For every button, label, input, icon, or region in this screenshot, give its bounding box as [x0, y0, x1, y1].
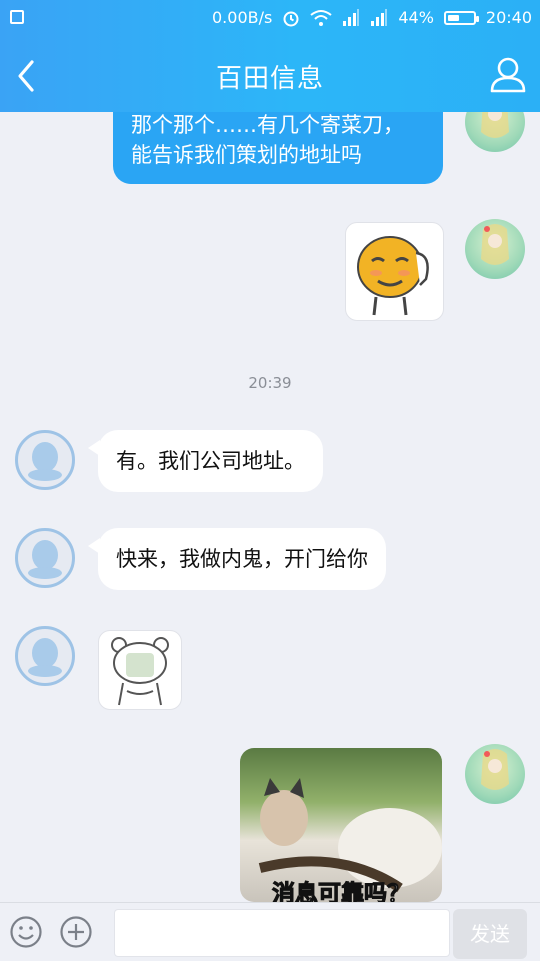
battery-percent: 44% [398, 8, 434, 27]
input-bar: 发送 [0, 902, 540, 961]
chat-area[interactable]: 那个那个……有几个寄菜刀， 能告诉我们策划的地址吗 20:39 有。我们公司地址… [0, 112, 540, 902]
contact-avatar[interactable] [15, 430, 75, 490]
avatar-image [481, 224, 509, 265]
bear-meme-sticker-icon [111, 637, 169, 706]
alarm-icon [283, 11, 299, 27]
signal-icon [343, 9, 360, 26]
net-speed: 0.00B/s [212, 8, 273, 27]
notification-icon [10, 10, 24, 24]
battery-icon [443, 11, 479, 25]
message-text: 有。我们公司地址。 [116, 449, 305, 473]
smiling-face-sticker-icon [357, 236, 429, 316]
message-text-line: 能告诉我们策划的地址吗 [131, 143, 362, 167]
contact-avatar[interactable] [15, 626, 75, 686]
my-avatar[interactable] [465, 112, 525, 152]
my-avatar[interactable] [465, 744, 525, 804]
incoming-sticker[interactable] [98, 630, 182, 710]
plus-circle-icon[interactable] [59, 915, 93, 949]
message-text: 快来，我做内鬼，开门给你 [116, 547, 368, 571]
top-bar: 0.00B/s 44% 20:40 百田信息 [0, 0, 540, 112]
incoming-message[interactable]: 有。我们公司地址。 [88, 430, 323, 492]
avatar-image [481, 112, 509, 138]
wifi-icon [310, 10, 332, 26]
avatar-image [481, 749, 509, 790]
penguin-silhouette-icon [28, 442, 62, 481]
contact-avatar[interactable] [15, 528, 75, 588]
smiley-icon[interactable] [9, 915, 43, 949]
my-avatar[interactable] [465, 219, 525, 279]
outgoing-image[interactable]: 消息可靠吗？ [240, 748, 442, 902]
incoming-message[interactable]: 快来，我做内鬼，开门给你 [88, 528, 386, 590]
status-bar: 0.00B/s 44% 20:40 [0, 0, 540, 38]
send-button[interactable]: 发送 [453, 909, 527, 959]
status-right: 0.00B/s 44% 20:40 [212, 9, 532, 27]
chat-title: 百田信息 [215, 64, 324, 94]
penguin-silhouette-icon [28, 638, 62, 677]
outgoing-message[interactable]: 那个那个……有几个寄菜刀， 能告诉我们策划的地址吗 [113, 112, 443, 184]
message-timestamp: 20:39 [248, 374, 292, 392]
signal-icon [371, 9, 388, 26]
image-caption: 消息可靠吗？ [272, 881, 411, 903]
message-text-line: 那个那个……有几个寄菜刀， [131, 113, 404, 137]
outgoing-sticker[interactable] [345, 222, 444, 321]
message-input[interactable] [114, 909, 450, 957]
status-time: 20:40 [485, 8, 532, 27]
penguin-silhouette-icon [28, 540, 62, 579]
user-icon[interactable] [488, 54, 528, 94]
title-bar: 百田信息 [0, 38, 540, 112]
